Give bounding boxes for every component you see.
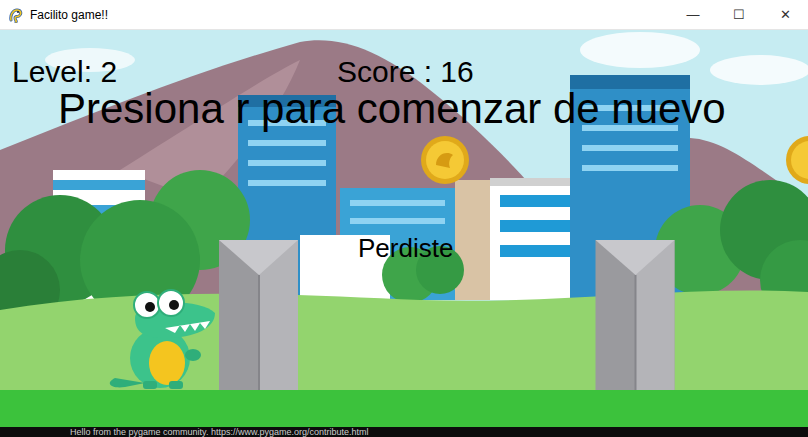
crocodile-player-icon bbox=[105, 283, 217, 390]
pillar-obstacle-icon bbox=[595, 240, 675, 390]
level-label: Level: 2 bbox=[12, 55, 117, 89]
maximize-button[interactable]: ☐ bbox=[716, 0, 762, 29]
pillar-obstacle-icon bbox=[219, 240, 298, 390]
score-label: Score : 16 bbox=[337, 55, 474, 89]
game-canvas: Level: 2 Score : 16 Presiona r para come… bbox=[0, 30, 808, 427]
title-bar: Facilito game!! —☐✕ bbox=[0, 0, 808, 30]
game-over-message: Perdiste bbox=[358, 233, 453, 263]
coin-icon bbox=[420, 135, 470, 185]
pygame-icon bbox=[8, 7, 24, 23]
restart-message: Presiona r para comenzar de nuevo bbox=[58, 86, 726, 132]
close-button[interactable]: ✕ bbox=[762, 0, 808, 29]
console-strip: Hello from the pygame community. https:/… bbox=[0, 427, 808, 437]
coin-icon bbox=[785, 135, 808, 185]
minimize-button[interactable]: — bbox=[670, 0, 716, 29]
window-controls: —☐✕ bbox=[670, 0, 808, 29]
window-title: Facilito game!! bbox=[30, 6, 108, 24]
console-text: Hello from the pygame community. https:/… bbox=[70, 427, 368, 437]
